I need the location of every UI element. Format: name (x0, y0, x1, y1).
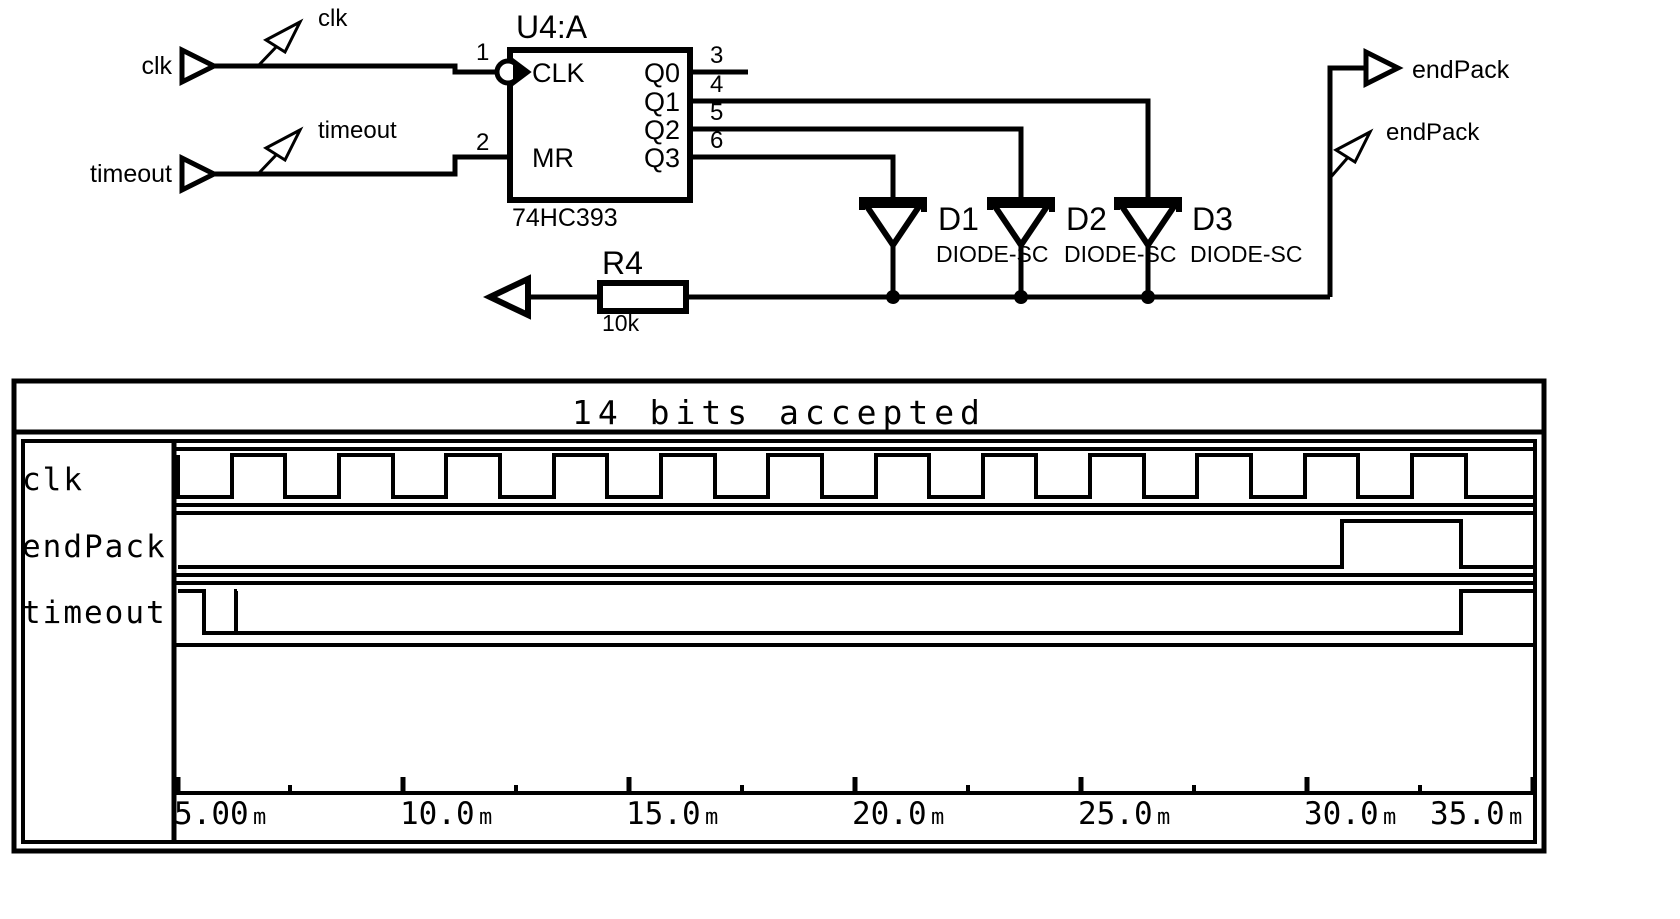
time-axis-tick-unit-2: m (705, 805, 718, 830)
time-axis-tick-value-3: 20.0 (852, 796, 927, 832)
time-axis-tick-value-2: 15.0 (626, 796, 701, 832)
time-axis-tick-unit-4: m (1157, 805, 1170, 830)
time-axis-tick-unit-1: m (479, 805, 492, 830)
ic-reference-label: U4:A (516, 9, 588, 45)
net-label-timeout-text: timeout (318, 117, 397, 144)
junction-dot-d2 (1014, 290, 1028, 304)
resistor-r4-value-label: 10k (602, 310, 640, 336)
junction-dot-d3 (1141, 290, 1155, 304)
schematic-and-timing-canvas: clk clk timeout timeout U4:A 74HC393 CLK… (0, 0, 1680, 919)
time-axis-tick-value-4: 25.0 (1078, 796, 1153, 832)
net-label-clk-text: clk (318, 5, 348, 32)
resistor-r4-reference-label: R4 (602, 245, 643, 281)
input-terminal-timeout[interactable]: timeout (90, 153, 220, 195)
timing-signal-label-endpack: endPack (22, 529, 167, 565)
ic-pin-label-q0: Q0 (644, 58, 680, 88)
ic-pin-label-q1: Q1 (644, 87, 680, 117)
resistor-r4[interactable] (597, 280, 689, 314)
ic-pin-number-1: 1 (476, 39, 489, 66)
ic-pin-label-q2: Q2 (644, 115, 680, 145)
net-label-endpack-text: endPack (1386, 119, 1480, 146)
time-axis-tick-unit-5: m (1383, 805, 1396, 830)
ic-pin-label-clk: CLK (532, 58, 585, 88)
time-axis-tick-value-6: 35.0 (1430, 796, 1505, 832)
ic-pin-label-q3: Q3 (644, 143, 680, 173)
timing-diagram-title: 14 bits accepted (572, 393, 986, 432)
ic-pin-number-4: 4 (710, 71, 723, 98)
ic-pin-label-mr: MR (532, 143, 574, 173)
diode-1-reference-label: D1 (938, 201, 979, 237)
timing-signal-label-clk: clk (22, 462, 84, 498)
time-axis-tick-value-5: 30.0 (1304, 796, 1379, 832)
ic-pin-number-2: 2 (476, 129, 489, 156)
ic-part-number-label: 74HC393 (512, 204, 618, 232)
time-axis-tick-unit-3: m (931, 805, 944, 830)
time-axis-tick-unit-0: m (253, 805, 266, 830)
diode-3-type-label: DIODE-SC (1190, 241, 1302, 267)
diode-3-reference-label: D3 (1192, 201, 1233, 237)
resistor-r4-body (597, 280, 689, 314)
page-root: clk clk timeout timeout U4:A 74HC393 CLK… (0, 0, 1680, 919)
diode-2-type-label: DIODE-SC (1064, 241, 1176, 267)
input-terminal-clk-label: clk (141, 52, 172, 80)
time-axis-tick-value-1: 10.0 (400, 796, 475, 832)
ic-pin-number-3: 3 (710, 42, 723, 69)
timing-signal-label-timeout: timeout (22, 595, 167, 631)
junction-dot-d1 (886, 290, 900, 304)
timing-diagram-section: 14 bits accepted clk endPack timeout 5.0… (11, 378, 1547, 854)
time-axis-tick-value-0: 5.00 (174, 796, 249, 832)
diode-1-type-label: DIODE-SC (936, 241, 1048, 267)
output-terminal-endpack-label: endPack (1412, 56, 1510, 84)
timing-diagram-frame (11, 378, 1547, 854)
input-terminal-timeout-label: timeout (90, 160, 172, 188)
time-axis-tick-unit-6: m (1509, 805, 1522, 830)
diode-2-reference-label: D2 (1066, 201, 1107, 237)
